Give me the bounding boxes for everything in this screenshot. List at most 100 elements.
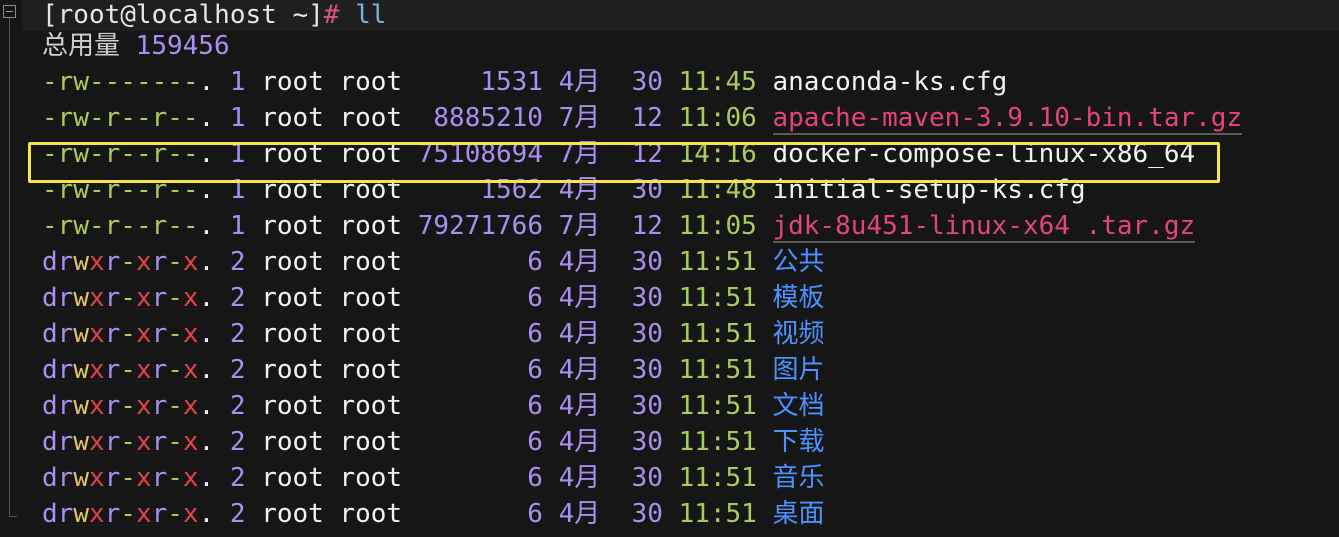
- file-name[interactable]: apache-maven-3.9.10-bin.tar.gz: [772, 103, 1243, 135]
- file-month: 4月: [558, 355, 601, 385]
- file-time: 11:51: [678, 499, 757, 529]
- file-day: 30: [631, 427, 663, 457]
- file-size: 6: [433, 427, 543, 457]
- file-row[interactable]: drwxr-xr-x. 2 root root 6 4月 30 11:51 公共: [42, 247, 1339, 283]
- file-group: root: [339, 499, 403, 529]
- perm-char: x: [135, 463, 152, 493]
- file-month: 4月: [558, 283, 601, 313]
- file-row[interactable]: drwxr-xr-x. 2 root root 6 4月 30 11:51 桌面: [42, 499, 1339, 535]
- perm-char: x: [88, 499, 105, 529]
- file-owner: root: [261, 67, 324, 97]
- directory-name[interactable]: 文档: [773, 391, 825, 421]
- file-owner: root: [261, 499, 324, 529]
- file-month: 4月: [558, 247, 601, 277]
- file-type: d: [42, 463, 58, 493]
- perm-char: r: [104, 283, 121, 313]
- file-owner: root: [261, 391, 324, 421]
- file-type: d: [42, 355, 58, 385]
- directory-name[interactable]: 桌面: [773, 499, 825, 529]
- perm-char: -: [167, 427, 183, 457]
- directory-name[interactable]: 视频: [773, 319, 825, 349]
- file-group: root: [339, 247, 403, 277]
- file-month: 4月: [558, 67, 601, 97]
- file-time: 11:51: [678, 391, 757, 421]
- perm-char: x: [135, 247, 152, 277]
- file-links: 2: [229, 391, 246, 421]
- perm-char: -: [120, 355, 136, 385]
- fold-collapse-icon[interactable]: [3, 5, 16, 18]
- file-links: 1: [229, 103, 246, 133]
- total-label: 总用量: [42, 31, 121, 61]
- file-row[interactable]: drwxr-xr-x. 2 root root 6 4月 30 11:51 模板: [42, 283, 1339, 319]
- file-day: 12: [631, 211, 663, 241]
- file-permissions: rw-------: [58, 67, 199, 97]
- file-row[interactable]: drwxr-xr-x. 2 root root 6 4月 30 11:51 视频: [42, 319, 1339, 355]
- perm-char: -: [167, 283, 183, 313]
- perm-char: -: [167, 211, 183, 241]
- terminal-output[interactable]: [root@localhost ~]# ll 总用量 159456 -rw---…: [42, 0, 1339, 535]
- directory-name[interactable]: 图片: [773, 355, 825, 385]
- file-row[interactable]: drwxr-xr-x. 2 root root 6 4月 30 11:51 图片: [42, 355, 1339, 391]
- file-row[interactable]: -rw-r--r--. 1 root root 8885210 7月 12 11…: [42, 103, 1339, 139]
- file-owner: root: [261, 283, 324, 313]
- file-time: 11:51: [678, 355, 757, 385]
- file-size: 79271766: [417, 211, 543, 241]
- file-permissions: rw-r--r--: [58, 211, 199, 241]
- file-owner: root: [261, 427, 324, 457]
- directory-name[interactable]: 公共: [773, 247, 825, 277]
- file-group: root: [339, 283, 403, 313]
- file-size: 6: [433, 391, 543, 421]
- prompt-symbol: #: [323, 0, 340, 30]
- perm-char: -: [182, 103, 199, 133]
- file-group: root: [339, 355, 403, 385]
- directory-name[interactable]: 音乐: [773, 463, 825, 493]
- file-time: 11:05: [678, 211, 757, 241]
- perm-char: r: [104, 499, 121, 529]
- file-permissions: rwxr-xr-x: [58, 355, 199, 385]
- directory-name[interactable]: 下载: [773, 427, 825, 457]
- file-permissions: rwxr-xr-x: [58, 463, 199, 493]
- file-links: 1: [229, 67, 246, 97]
- perm-char: w: [73, 427, 89, 457]
- perm-char: x: [135, 355, 152, 385]
- file-row[interactable]: drwxr-xr-x. 2 root root 6 4月 30 11:51 下载: [42, 427, 1339, 463]
- file-permissions: rwxr-xr-x: [58, 283, 199, 313]
- file-size: 6: [433, 499, 543, 529]
- perm-char: -: [120, 211, 136, 241]
- perm-char: w: [73, 247, 89, 277]
- file-links: 1: [229, 211, 246, 241]
- perm-char: r: [57, 319, 74, 349]
- perm-char: -: [120, 499, 136, 529]
- file-permissions: rwxr-xr-x: [58, 499, 199, 529]
- file-owner: root: [261, 319, 324, 349]
- file-row[interactable]: -rw-------. 1 root root 1531 4月 30 11:45…: [42, 67, 1339, 103]
- perm-char: -: [88, 67, 105, 97]
- file-month: 4月: [558, 499, 601, 529]
- prompt-line: [root@localhost ~]# ll: [42, 0, 1339, 31]
- perm-char: w: [73, 463, 89, 493]
- perm-char: x: [182, 247, 199, 277]
- file-row[interactable]: -rw-r--r--. 1 root root 79271766 7月 12 1…: [42, 211, 1339, 247]
- file-acl-dot: .: [198, 499, 215, 529]
- file-links: 2: [229, 283, 246, 313]
- file-day: 30: [631, 67, 663, 97]
- file-size: 6: [433, 355, 543, 385]
- file-row[interactable]: drwxr-xr-x. 2 root root 6 4月 30 11:51 音乐: [42, 463, 1339, 499]
- file-day: 30: [631, 283, 663, 313]
- perm-char: -: [167, 319, 183, 349]
- file-acl-dot: .: [198, 319, 215, 349]
- file-owner: root: [261, 211, 324, 241]
- file-row[interactable]: drwxr-xr-x. 2 root root 6 4月 30 11:51 文档: [42, 391, 1339, 427]
- editor-gutter: [0, 0, 22, 537]
- file-name[interactable]: jdk-8u451-linux-x64 .tar.gz: [772, 211, 1196, 243]
- file-size: 6: [433, 283, 543, 313]
- perm-char: -: [88, 103, 105, 133]
- directory-name[interactable]: 模板: [773, 283, 825, 313]
- file-acl-dot: .: [198, 103, 215, 133]
- perm-char: w: [73, 355, 89, 385]
- perm-char: w: [73, 499, 89, 529]
- perm-char: -: [135, 103, 152, 133]
- file-day: 30: [631, 391, 663, 421]
- perm-char: x: [88, 247, 105, 277]
- file-name[interactable]: anaconda-ks.cfg: [773, 67, 1008, 97]
